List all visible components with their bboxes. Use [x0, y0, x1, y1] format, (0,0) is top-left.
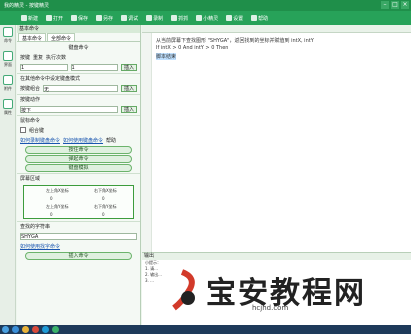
sprite-icon: [196, 15, 203, 21]
help-link[interactable]: 如何录制键盘命令: [20, 137, 60, 144]
insert-button[interactable]: 插入: [120, 84, 137, 92]
corner-tr-label: 右下角X坐标: [94, 188, 117, 193]
insert-command-button[interactable]: 插入命令: [25, 252, 132, 260]
panel-title: 基本命令: [17, 25, 140, 33]
debug-icon: [121, 15, 128, 21]
tab-basic[interactable]: 基本命令: [18, 33, 47, 42]
corner-bl-value[interactable]: 0: [50, 212, 53, 217]
corner-tr-value[interactable]: 0: [102, 196, 105, 201]
corner-bl-label: 左上角Y坐标: [46, 204, 69, 209]
folder-icon[interactable]: [22, 326, 29, 333]
corner-br-label: 右下角Y坐标: [94, 204, 117, 209]
green-icon[interactable]: [52, 326, 59, 333]
editor-tabs: [142, 25, 411, 33]
corner-tl-label: 左上角X坐标: [46, 188, 69, 193]
key-row: 按键 重复 执行次数: [20, 54, 67, 61]
sidebar-item-attachments[interactable]: 附件: [1, 75, 15, 97]
sidebar-item-ui[interactable]: 界面: [1, 51, 15, 73]
simulate-button[interactable]: 键盘模拟: [25, 164, 132, 172]
capture-icon: [171, 15, 178, 21]
release-command-button[interactable]: 弹起命令: [25, 155, 132, 163]
watermark-logo: [172, 269, 195, 311]
checkbox[interactable]: [20, 127, 26, 133]
help-link[interactable]: 如何使用找字命令: [20, 243, 60, 250]
key-input-row: 1 1 插入: [17, 62, 140, 72]
main-toolbar: 新建 打开 保存 另存 调试 录制 抓抓 小精灵 设置 帮助: [0, 11, 411, 25]
minimize-button[interactable]: –: [381, 1, 389, 9]
new-icon: [21, 15, 27, 21]
ui-icon: [3, 51, 13, 61]
watermark: 宝安教程网 hcjhd.com: [168, 268, 366, 312]
info-icon: [3, 99, 13, 109]
left-sidebar: 命令 界面 附件 属性: [0, 25, 16, 325]
sidebar-item-properties[interactable]: 属性: [1, 99, 15, 121]
action-row: 按下 插入: [17, 104, 140, 114]
help-icon: [251, 15, 258, 21]
debug-button[interactable]: 调试: [118, 13, 141, 24]
record-button[interactable]: 录制: [143, 13, 166, 24]
panel-tabs: 基本命令 全部命令: [17, 33, 140, 42]
find-field[interactable]: SHYGA: [20, 232, 137, 240]
area-box: 左上角X坐标 右下角X坐标 0 0 左上角Y坐标 右下角Y坐标 0 0: [23, 185, 134, 219]
qq-icon[interactable]: [42, 326, 49, 333]
start-button[interactable]: [2, 326, 9, 333]
ie-icon[interactable]: [12, 326, 19, 333]
save-button[interactable]: 保存: [68, 13, 91, 24]
window-title: 我的精灵 - 按键精灵: [4, 3, 49, 9]
save-as-button[interactable]: 另存: [93, 13, 116, 24]
help-button[interactable]: 帮助: [248, 13, 271, 24]
desc-row: 按键动作: [17, 94, 140, 104]
help-link[interactable]: 如何使用键盘命令: [63, 137, 103, 144]
desc-row: 在其他命令中设定键盘模式: [17, 73, 140, 83]
links-row: 如何录制键盘命令 如何使用键盘命令 帮助: [20, 137, 117, 144]
maximize-button[interactable]: □: [391, 1, 399, 9]
code-line[interactable]: 从当前屏幕下查找图形 "SHYGA"，返回找到的坐标并赋值到 intX, int…: [156, 37, 314, 44]
line-gutter: [142, 33, 152, 252]
commands-icon: [3, 27, 13, 37]
sprite-button[interactable]: 小精灵: [193, 13, 221, 24]
section-heading: 键盘命令: [68, 44, 89, 51]
save-as-icon: [96, 15, 103, 21]
desc-row: 鼠标命令: [17, 115, 140, 125]
action-select[interactable]: 按下: [20, 105, 118, 114]
combo-field[interactable]: 无: [43, 84, 118, 93]
code-line[interactable]: If intX > 0 And intY > 0 Then: [156, 45, 228, 51]
save-icon: [71, 15, 78, 21]
window-controls: – □ ×: [381, 1, 409, 9]
settings-button[interactable]: 设置: [223, 13, 246, 24]
sidebar-item-commands[interactable]: 命令: [1, 27, 15, 49]
corner-tl-value[interactable]: 0: [50, 196, 53, 201]
gear-icon: [226, 15, 233, 21]
attachment-icon: [3, 75, 13, 85]
key-field[interactable]: 1: [20, 63, 68, 71]
insert-button[interactable]: 插入: [121, 63, 138, 71]
window-titlebar: 我的精灵 - 按键精灵 – □ ×: [0, 0, 411, 11]
hold-command-button[interactable]: 按住命令: [25, 146, 132, 154]
new-button[interactable]: 新建: [18, 13, 41, 24]
find-heading: 查找的字符串: [17, 221, 140, 231]
media-icon[interactable]: [32, 326, 39, 333]
folder-icon: [46, 15, 53, 21]
open-button[interactable]: 打开: [43, 13, 66, 24]
tab-all[interactable]: 全部命令: [47, 33, 76, 42]
area-heading: 屏幕区域: [17, 173, 140, 183]
check-row: 组合键: [17, 125, 140, 135]
code-line[interactable]: 脚本结束: [156, 53, 177, 60]
taskbar: [0, 325, 411, 334]
insert-button[interactable]: 插入: [120, 105, 137, 113]
capture-button[interactable]: 抓抓: [168, 13, 191, 24]
combo-row: 按键组合 无 插入: [17, 83, 140, 93]
output-title: 输出: [142, 253, 411, 260]
record-icon: [146, 15, 153, 21]
command-panel: 基本命令 基本命令 全部命令 键盘命令 按键 重复 执行次数 1 1 插入 在其…: [17, 25, 141, 325]
code-editor[interactable]: 从当前屏幕下查找图形 "SHYGA"，返回找到的坐标并赋值到 intX, int…: [142, 25, 411, 252]
times-field[interactable]: 1: [70, 63, 118, 71]
link-row: 如何使用找字命令: [17, 241, 140, 251]
watermark-url: hcjhd.com: [252, 304, 289, 312]
close-button[interactable]: ×: [401, 1, 409, 9]
find-row: SHYGA: [17, 231, 140, 241]
corner-br-value[interactable]: 0: [102, 212, 105, 217]
